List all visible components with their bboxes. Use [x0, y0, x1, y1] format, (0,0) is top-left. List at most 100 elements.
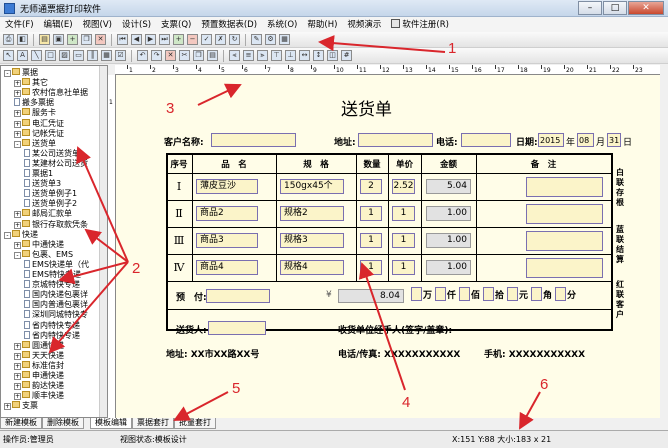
expand-icon[interactable]: + [14, 362, 21, 370]
tree-node[interactable]: - 送货单 [14, 138, 56, 149]
customer-field[interactable] [211, 133, 296, 147]
cut-icon[interactable]: ✂ [179, 50, 190, 61]
next-record-icon[interactable]: ▶ [145, 34, 156, 45]
expand-icon[interactable]: + [14, 373, 21, 380]
copy-icon[interactable]: ❐ [193, 50, 204, 61]
item-remark-field[interactable] [526, 177, 603, 197]
tree-node[interactable]: + 顺丰快递 [14, 391, 64, 401]
menu-view[interactable]: 视图(V) [78, 17, 117, 32]
capital-digit-field[interactable] [483, 287, 494, 301]
deliverer-field[interactable] [208, 321, 266, 335]
menu-preset-data[interactable]: 预置数据表(D) [196, 17, 262, 32]
template-tree[interactable]: - 票据 + 其它 + 农村信息社单据 搬多票据 + 服务卡 + 电汇凭证 + 记帐凭证 - 送货单 某公司送… [0, 65, 108, 418]
item-amount-field[interactable]: 1.00 [426, 260, 471, 275]
item-qty-field[interactable]: 2 [360, 179, 382, 194]
expand-icon[interactable]: + [14, 130, 21, 138]
line-tool-icon[interactable]: ╲ [31, 50, 42, 61]
tree-node[interactable]: + 申通快递 [14, 371, 64, 381]
item-qty-field[interactable]: 1 [360, 233, 382, 248]
item-price-field[interactable]: 1 [392, 233, 415, 248]
tree-node[interactable]: 某公司送货单 [24, 148, 80, 159]
checkbox-tool-icon[interactable]: ☑ [115, 50, 126, 61]
same-width-icon[interactable]: ↔ [299, 50, 310, 61]
tree-node[interactable]: 国内快递包裹详 [24, 290, 88, 300]
item-spec-field[interactable]: 规格4 [280, 260, 344, 275]
expand-icon[interactable]: + [4, 403, 11, 411]
expand-icon[interactable]: + [14, 80, 21, 88]
item-remark-field[interactable] [526, 204, 603, 224]
confirm-icon[interactable]: ✓ [201, 34, 212, 45]
minimize-button[interactable]: – [578, 1, 602, 15]
new-icon[interactable]: + [67, 34, 78, 45]
item-name-field[interactable]: 商品4 [196, 260, 258, 275]
tree-node[interactable]: + 标准信封 [14, 360, 64, 371]
field-tool-icon[interactable]: ▭ [73, 50, 84, 61]
year-field[interactable]: 2015 [538, 133, 564, 147]
item-name-field[interactable]: 商品2 [196, 206, 258, 221]
tree-node[interactable]: + 农村信息社单据 [14, 88, 88, 98]
tree-node[interactable]: + 邮局汇款单 [14, 209, 72, 219]
open-icon[interactable]: ▤ [39, 34, 50, 45]
item-name-field[interactable]: 薄皮豆沙 [196, 179, 258, 194]
paste-icon[interactable]: ▤ [207, 50, 218, 61]
menu-register[interactable]: 软件注册(R) [386, 17, 454, 32]
capital-digit-field[interactable] [435, 287, 446, 301]
first-record-icon[interactable]: ⏮ [117, 34, 128, 45]
expand-icon[interactable]: + [14, 393, 21, 401]
tree-node[interactable]: 省内特快专递 [24, 320, 80, 331]
tree-scrollbar[interactable] [99, 66, 107, 417]
collapse-icon[interactable]: - [14, 251, 21, 259]
address-field[interactable] [358, 133, 433, 147]
expand-icon[interactable]: + [14, 90, 21, 98]
expand-icon[interactable]: + [14, 383, 21, 391]
maximize-button[interactable]: □ [603, 1, 627, 15]
remove-record-icon[interactable]: − [187, 34, 198, 45]
total-amount-field[interactable]: 8.04 [338, 289, 404, 303]
tree-node[interactable]: - 票据 [4, 68, 38, 78]
edit-icon[interactable]: ✎ [251, 34, 262, 45]
tree-node[interactable]: 送货单3 [24, 179, 61, 189]
tree-node[interactable]: 送货单例子2 [24, 199, 77, 209]
expand-icon[interactable]: + [14, 211, 21, 219]
collapse-icon[interactable]: - [4, 231, 11, 239]
tree-node[interactable]: 送货单例子1 [24, 189, 77, 199]
menu-help[interactable]: 帮助(H) [302, 17, 342, 32]
align-top-icon[interactable]: ⊤ [271, 50, 282, 61]
tree-node[interactable]: + 天天快递 [14, 350, 64, 361]
item-name-field[interactable]: 商品3 [196, 233, 258, 248]
cancel-icon[interactable]: ✗ [215, 34, 226, 45]
capital-digit-field[interactable] [459, 287, 470, 301]
capital-digit-field[interactable] [411, 287, 422, 301]
tree-node[interactable]: EMS快递单（代 [24, 259, 89, 270]
pointer-icon[interactable]: ↖ [3, 50, 14, 61]
item-spec-field[interactable]: 150gx45个 [280, 179, 344, 194]
calculator-icon[interactable]: ▦ [279, 34, 290, 45]
day-field[interactable]: 31 [607, 133, 621, 147]
menu-design[interactable]: 设计(S) [117, 17, 156, 32]
barcode-icon[interactable]: ║ [87, 50, 98, 61]
tree-node[interactable]: - 包裹、EMS [14, 249, 73, 260]
tree-node[interactable]: - 快递 [4, 229, 38, 240]
phone-field[interactable] [461, 133, 511, 147]
item-price-field[interactable]: 2.52 [392, 179, 415, 194]
expand-icon[interactable]: + [14, 221, 21, 229]
align-left-icon[interactable]: ⫷ [229, 50, 240, 61]
item-remark-field[interactable] [526, 258, 603, 278]
item-qty-field[interactable]: 1 [360, 260, 382, 275]
expand-icon[interactable]: + [14, 352, 21, 360]
tree-node[interactable]: + 记帐凭证 [14, 128, 64, 139]
capital-digit-field[interactable] [531, 287, 542, 301]
item-amount-field[interactable]: 1.00 [426, 233, 471, 248]
delete-item-icon[interactable]: ✕ [165, 50, 176, 61]
tree-node[interactable]: + 支票 [4, 401, 38, 411]
tree-node[interactable]: + 其它 [14, 78, 48, 88]
item-price-field[interactable]: 1 [392, 260, 415, 275]
delete-icon[interactable]: ✕ [95, 34, 106, 45]
tree-node[interactable]: 国内普通包裹详 [24, 300, 88, 310]
tree-node[interactable]: 票据1 [24, 169, 53, 179]
same-size-icon[interactable]: ◫ [327, 50, 338, 61]
prev-record-icon[interactable]: ◀ [131, 34, 142, 45]
tree-node[interactable]: EMS特快专递 [24, 270, 81, 280]
item-qty-field[interactable]: 1 [360, 206, 382, 221]
item-amount-field[interactable]: 5.04 [426, 179, 471, 194]
